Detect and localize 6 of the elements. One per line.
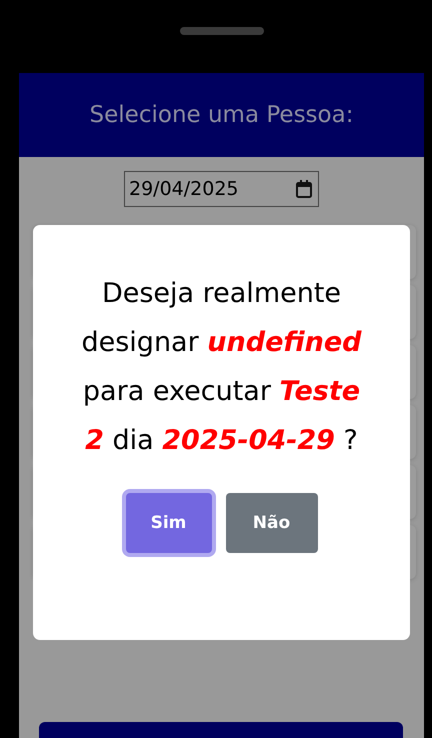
calendar-icon[interactable] [295, 179, 313, 199]
confirm-button[interactable]: Sim [126, 493, 212, 553]
cancel-button[interactable]: Não [226, 493, 318, 553]
date-field[interactable]: 29/04/2025 [124, 171, 319, 207]
header-title: Selecione uma Pessoa: [90, 102, 354, 128]
dialog-message: Deseja realmente designar undefined para executar Teste 2 dia 2025-04-29 ? [80, 277, 363, 458]
